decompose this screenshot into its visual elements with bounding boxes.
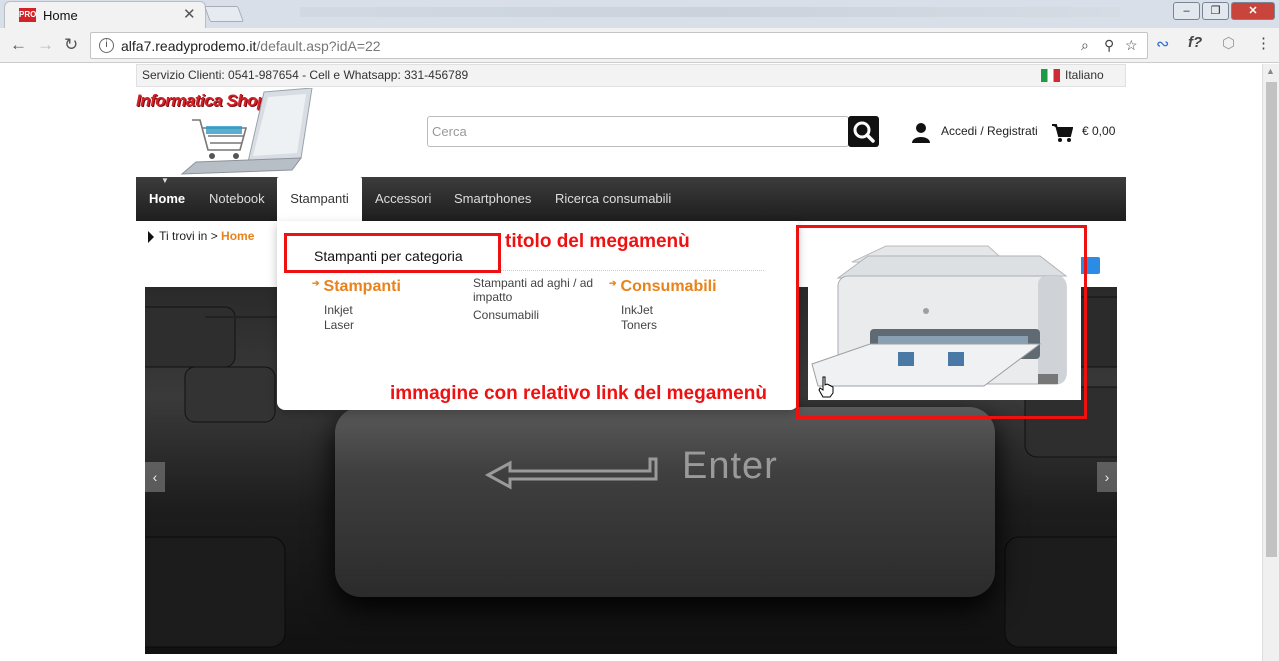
breadcrumb-prefix: Ti trovi in > [159,229,218,243]
cart-total[interactable]: € 0,00 [1082,124,1115,138]
back-arrow-icon[interactable]: ← [10,35,27,55]
new-tab-button[interactable] [204,6,244,22]
nav-item-home[interactable]: Home [149,177,185,221]
scroll-up-icon[interactable]: ▲ [1266,66,1275,76]
address-bar[interactable]: i alfa7.readyprodemo.it/default.asp?idA=… [90,32,1148,59]
annotation-title-box [284,233,501,273]
italy-flag-icon[interactable] [1041,69,1060,82]
enter-arrow-icon [484,457,658,490]
bullet-arrow-icon: ➔ [609,278,617,288]
megamenu-heading-stampanti[interactable]: ➔ Stampanti [312,278,401,296]
bullet-arrow-icon: ➔ [312,278,320,288]
vertical-scrollbar[interactable]: ▲ [1262,64,1279,661]
site-logo[interactable]: Informatica Shop [136,88,316,178]
forward-arrow-icon[interactable]: → [37,35,54,55]
nav-item-accessori[interactable]: Accessori [375,177,431,221]
pin-icon[interactable]: ⚲ [1104,37,1114,54]
service-bar: Servizio Clienti: 0541-987654 - Cell e W… [136,64,1126,87]
minimize-button[interactable]: – [1173,2,1200,20]
megamenu-link-consumabili[interactable]: Consumabili [473,308,539,322]
favicon-icon: PRO [19,8,36,22]
bookmark-star-icon[interactable]: ☆ [1125,37,1138,54]
enter-key-image [335,407,995,597]
megamenu-link-laser[interactable]: Laser [324,318,354,332]
extension-function-icon[interactable]: f? [1188,34,1202,51]
tab-title: Home [43,8,78,23]
slider-next-button[interactable]: › [1097,462,1117,492]
breadcrumb-arrow-icon [148,230,154,243]
cart-icon[interactable] [1052,123,1073,143]
maximize-button[interactable]: ❐ [1202,2,1229,20]
megamenu-link-inkjet[interactable]: Inkjet [324,303,353,317]
extension-wave-icon[interactable]: ∾ [1156,34,1169,54]
login-link[interactable]: Accedi / Registrati [941,124,1038,138]
window-title-blur [300,7,1120,17]
enter-key-label: Enter [682,445,778,487]
search-icon [853,121,875,143]
language-selector[interactable]: Italiano [1065,68,1104,82]
nav-item-notebook[interactable]: Notebook [209,177,265,221]
close-window-button[interactable]: ✕ [1231,2,1275,20]
url-text[interactable]: alfa7.readyprodemo.it/default.asp?idA=22 [121,38,381,54]
search-input[interactable] [427,116,849,147]
annotation-image-label: immagine con relativo link del megamenù [390,383,767,404]
browser-tab-bar: PRO Home ✕ – ❐ ✕ [0,0,1279,28]
breadcrumb: Ti trovi in > Home [148,229,254,243]
nav-item-ricerca-consumabili[interactable]: Ricerca consumabili [555,177,671,221]
info-icon[interactable]: i [99,38,114,53]
megamenu-link-toners[interactable]: Toners [621,318,657,332]
tab-close-icon[interactable]: ✕ [183,5,196,23]
extension-cube-icon[interactable]: ⬡ [1222,34,1235,52]
hand-cursor-icon [818,376,834,398]
search-button[interactable] [848,116,879,147]
nav-item-stampanti[interactable]: Stampanti [277,177,362,221]
user-icon[interactable] [911,122,931,144]
menu-dots-icon[interactable]: ⋮ [1256,34,1271,52]
breadcrumb-home-link[interactable]: Home [221,229,254,243]
megamenu-link-aghi[interactable]: Stampanti ad aghi / ad impatto [473,276,613,304]
zoom-icon[interactable]: ⌕ [1081,37,1089,54]
laptop-cart-logo-icon [180,88,313,175]
browser-toolbar: ← → ↻ i alfa7.readyprodemo.it/default.as… [0,28,1279,63]
main-nav: ▼ Home Notebook Stampanti Accessori Smar… [136,177,1126,221]
service-text: Servizio Clienti: 0541-987654 - Cell e W… [142,68,469,82]
annotation-image-box [796,225,1087,419]
scrollbar-thumb[interactable] [1266,82,1277,557]
reload-icon[interactable]: ↻ [64,35,78,55]
megamenu-heading-consumabili[interactable]: ➔ Consumabili [609,278,717,296]
browser-tab[interactable]: PRO Home ✕ [4,1,206,28]
nav-item-smartphones[interactable]: Smartphones [454,177,531,221]
megamenu-link-inkjet-consumabili[interactable]: InkJet [621,303,653,317]
slider-prev-button[interactable]: ‹ [145,462,165,492]
window-controls: – ❐ ✕ [1173,2,1275,20]
annotation-title-label: titolo del megamenù [505,231,690,252]
